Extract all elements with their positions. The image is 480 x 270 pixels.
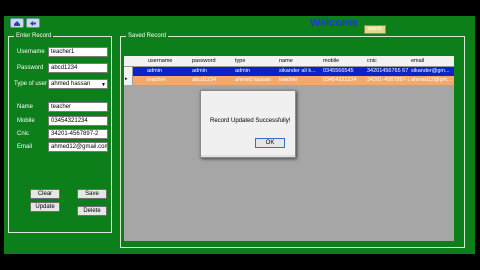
user-badge: admin xyxy=(364,25,386,34)
table-cell: 03454321234 xyxy=(323,77,357,83)
type-select[interactable]: ahmed hassan ▼ xyxy=(48,79,108,89)
column-header-email[interactable]: email xyxy=(411,56,424,66)
table-cell: teacher xyxy=(147,77,166,83)
column-header-type[interactable]: type xyxy=(235,56,245,66)
cnic-field[interactable]: 34201-4567897-2 xyxy=(48,129,108,139)
email-field[interactable]: ahmed12@gmail.com xyxy=(48,142,108,152)
table-cell: admin xyxy=(147,68,162,74)
username-field[interactable]: teacher1 xyxy=(48,47,108,57)
table-cell: teacher xyxy=(279,77,298,83)
password-label: Password xyxy=(17,65,44,71)
update-button[interactable]: Update xyxy=(30,202,60,212)
save-button[interactable]: Save xyxy=(77,189,107,199)
column-header-name[interactable]: name xyxy=(279,56,293,66)
name-field[interactable]: teacher xyxy=(48,102,108,112)
current-row-arrow-icon: ▸ xyxy=(125,76,128,82)
ok-button[interactable]: OK xyxy=(255,138,285,148)
grid-header: username password type name mobile cnic … xyxy=(124,56,454,67)
column-header-mobile[interactable]: mobile xyxy=(323,56,339,66)
dialog-footer xyxy=(201,155,295,157)
dialog-message: Record Updated Successfully! xyxy=(210,118,291,124)
table-cell: admin xyxy=(192,68,207,74)
home-button[interactable] xyxy=(10,18,24,28)
column-header-username[interactable]: username xyxy=(148,56,172,66)
password-field[interactable]: abcd1234 xyxy=(48,63,108,73)
chevron-down-icon: ▼ xyxy=(101,82,106,88)
table-cell: ahmed hassan xyxy=(235,77,272,83)
back-arrow-icon xyxy=(30,20,36,26)
row-header-column: ▸ xyxy=(124,67,133,85)
type-label: Type of user xyxy=(14,81,48,87)
column-header-cnic[interactable]: cnic xyxy=(367,56,377,66)
welcome-title: Welcome xyxy=(310,17,359,29)
mobile-field[interactable]: 03454321234 xyxy=(48,116,108,126)
table-cell: 34201456765 67 xyxy=(367,68,409,74)
name-label: Name xyxy=(17,104,34,110)
cnic-label: Cnic xyxy=(17,131,30,137)
table-cell: sikander@gm... xyxy=(411,68,450,74)
enter-record-title: Enter Record xyxy=(14,32,54,41)
table-cell: 0345566545 xyxy=(323,68,354,74)
type-select-value: ahmed hassan xyxy=(51,81,91,87)
table-cell: admin xyxy=(235,68,250,74)
table-row[interactable]: teacher abcd1234 ahmed hassan teacher 03… xyxy=(133,76,454,85)
message-dialog: Record Updated Successfully! OK xyxy=(200,90,296,158)
table-cell: abcd1234 xyxy=(192,77,217,83)
saved-record-title: Saved Record xyxy=(126,32,169,41)
enter-record-group: Enter Record Username teacher1 Password … xyxy=(8,32,112,233)
email-label: Email xyxy=(17,144,33,150)
back-button[interactable] xyxy=(26,18,40,28)
delete-button[interactable]: Delete xyxy=(77,206,107,216)
table-cell: 34201-4567897-2 xyxy=(367,77,409,83)
username-label: Username xyxy=(17,49,45,55)
clear-button[interactable]: Clear xyxy=(30,189,60,199)
table-row[interactable]: admin admin admin sikander ali k... 0345… xyxy=(133,67,454,76)
home-icon xyxy=(14,20,20,26)
mobile-label: Mobile xyxy=(17,118,35,124)
table-cell: ahmed12@gm... xyxy=(411,77,452,83)
column-header-password[interactable]: password xyxy=(192,56,216,66)
table-cell: sikander ali k... xyxy=(279,68,316,74)
